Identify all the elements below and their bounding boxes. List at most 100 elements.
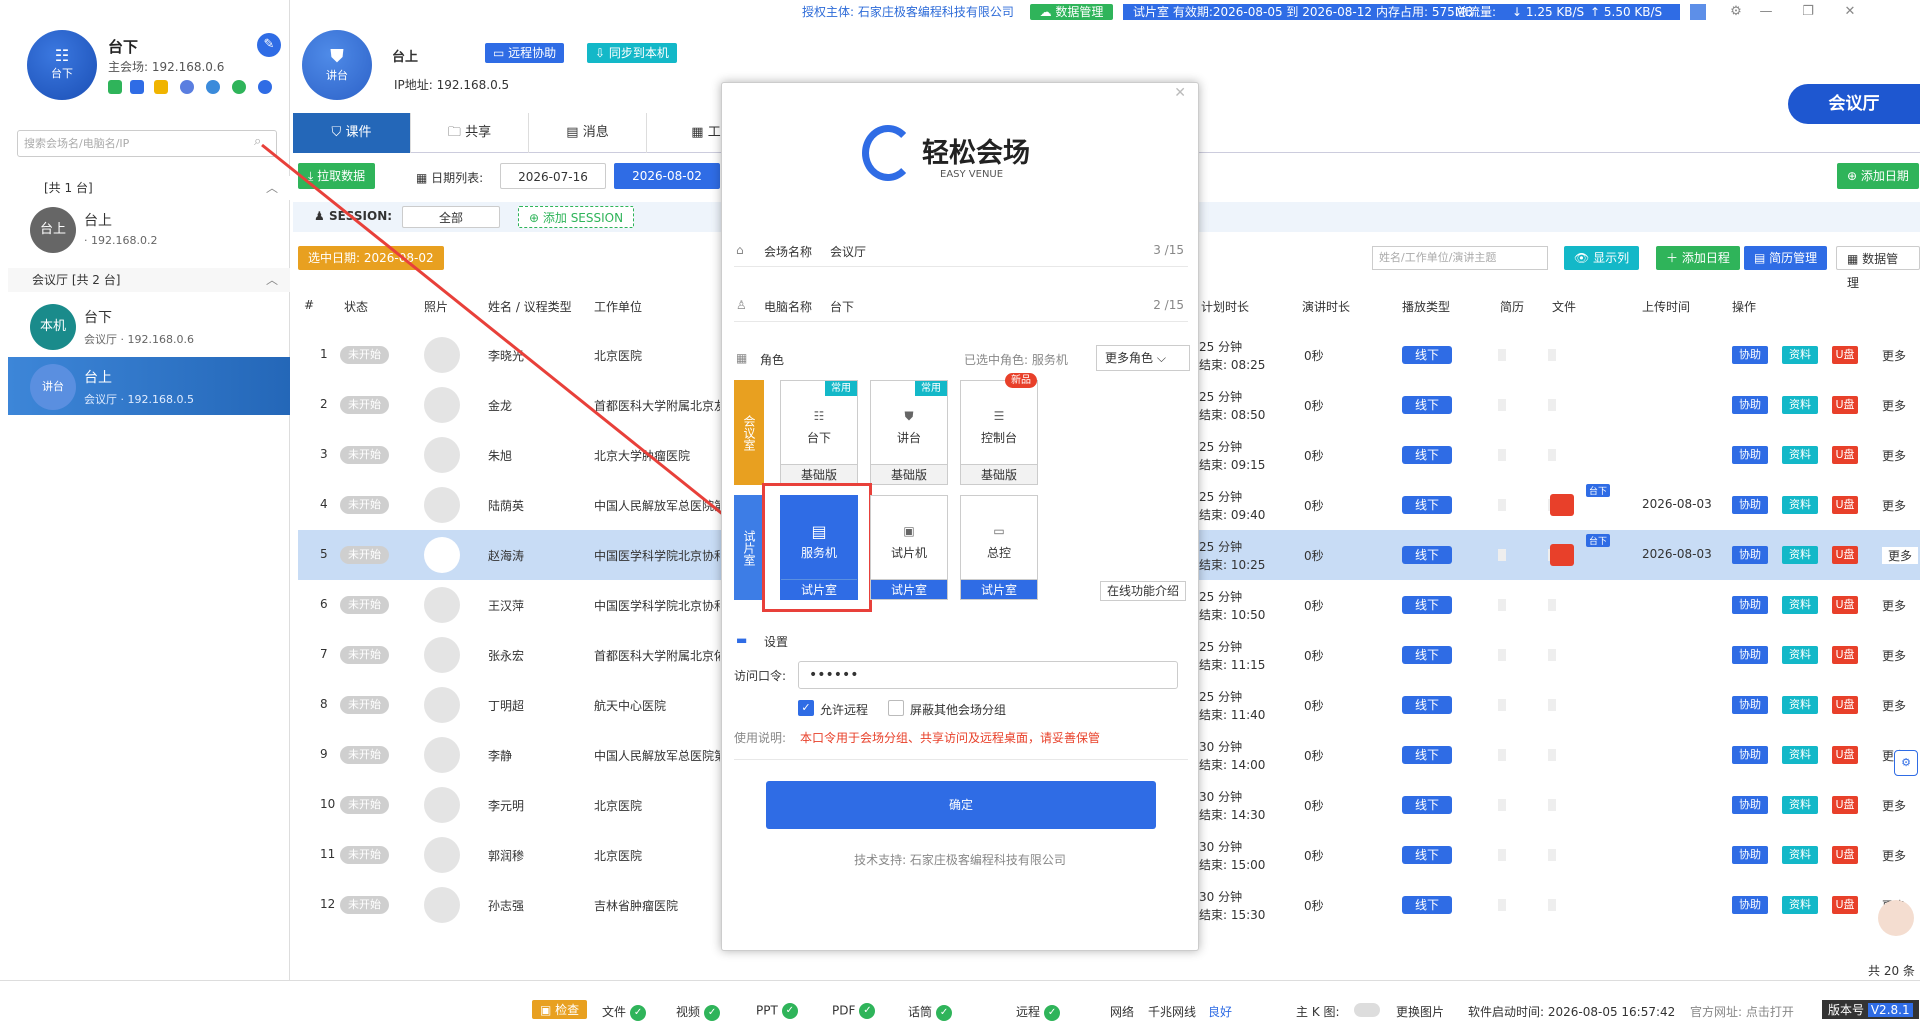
edit-icon[interactable]: ✎ bbox=[257, 33, 281, 57]
change-image-button[interactable]: 更换图片 bbox=[1396, 1003, 1444, 1020]
assist-button[interactable]: 协助 bbox=[1732, 896, 1768, 914]
material-button[interactable]: 资料 bbox=[1782, 546, 1818, 564]
assist-button[interactable]: 协助 bbox=[1732, 496, 1768, 514]
speaker-name[interactable]: 李静 bbox=[488, 747, 512, 764]
cv-icon[interactable] bbox=[1498, 699, 1506, 711]
restore-icon[interactable]: ❐ bbox=[1798, 2, 1818, 22]
role-card-server[interactable]: ▤ 服务机 试片室 bbox=[780, 495, 858, 600]
venue-search-input[interactable]: 搜索会场名/电脑名/IP bbox=[17, 130, 277, 157]
avatar[interactable] bbox=[424, 637, 460, 673]
usb-button[interactable]: U盘 bbox=[1832, 546, 1858, 564]
speaker-name[interactable]: 张永宏 bbox=[488, 647, 524, 664]
node-item-selected[interactable]: 讲台 台上 会议厅 · 192.168.0.5 bbox=[8, 357, 290, 415]
file-icon[interactable] bbox=[1548, 899, 1556, 911]
cv-management-button[interactable]: ▤ 简历管理 bbox=[1744, 246, 1828, 270]
avatar[interactable] bbox=[424, 587, 460, 623]
speaker-name[interactable]: 王汉萍 bbox=[488, 597, 524, 614]
role-card-test-machine[interactable]: ▣ 试片机 试片室 bbox=[870, 495, 948, 600]
usb-button[interactable]: U盘 bbox=[1832, 446, 1858, 464]
speaker-name[interactable]: 陆荫英 bbox=[488, 497, 524, 514]
avatar[interactable] bbox=[424, 487, 460, 523]
cv-icon[interactable] bbox=[1498, 599, 1506, 611]
cv-icon[interactable] bbox=[1498, 749, 1506, 761]
assist-button[interactable]: 协助 bbox=[1732, 846, 1768, 864]
speaker-name[interactable]: 丁明超 bbox=[488, 697, 524, 714]
file-icon[interactable] bbox=[1548, 849, 1556, 861]
usb-button[interactable]: U盘 bbox=[1832, 896, 1858, 914]
play-type-badge[interactable]: 线下 bbox=[1402, 546, 1452, 564]
tab-courseware[interactable]: ⛉ 课件 bbox=[293, 113, 411, 153]
avatar[interactable] bbox=[424, 887, 460, 923]
usb-button[interactable]: U盘 bbox=[1832, 496, 1858, 514]
hide-other-checkbox[interactable] bbox=[888, 700, 904, 716]
chevron-up-icon[interactable]: ︿ bbox=[266, 268, 278, 292]
file-icon[interactable] bbox=[1548, 399, 1556, 411]
material-button[interactable]: 资料 bbox=[1782, 446, 1818, 464]
play-type-badge[interactable]: 线下 bbox=[1402, 446, 1452, 464]
avatar[interactable] bbox=[424, 787, 460, 823]
more-button[interactable]: 更多 bbox=[1882, 347, 1906, 364]
cv-icon[interactable] bbox=[1498, 349, 1506, 361]
speaker-name[interactable]: 金龙 bbox=[488, 397, 512, 414]
online-intro-button[interactable]: 在线功能介绍 bbox=[1100, 581, 1186, 601]
close-icon[interactable]: ✕ bbox=[1174, 85, 1186, 101]
more-button[interactable]: 更多 bbox=[1882, 597, 1906, 614]
usb-button[interactable]: U盘 bbox=[1832, 796, 1858, 814]
usb-button[interactable]: U盘 bbox=[1832, 846, 1858, 864]
material-button[interactable]: 资料 bbox=[1782, 846, 1818, 864]
play-type-badge[interactable]: 线下 bbox=[1402, 846, 1452, 864]
speaker-name[interactable]: 李晓光 bbox=[488, 347, 524, 364]
file-icon[interactable] bbox=[1548, 799, 1556, 811]
confirm-button[interactable]: 确定 bbox=[766, 781, 1156, 829]
node-item[interactable]: 本机 台下 会议厅 · 192.168.0.6 bbox=[8, 297, 290, 355]
assist-button[interactable]: 协助 bbox=[1732, 746, 1768, 764]
assist-button[interactable]: 协助 bbox=[1732, 546, 1768, 564]
usb-button[interactable]: U盘 bbox=[1832, 346, 1858, 364]
filter-input[interactable]: 姓名/工作单位/演讲主题 bbox=[1372, 246, 1548, 270]
material-button[interactable]: 资料 bbox=[1782, 746, 1818, 764]
cv-icon[interactable] bbox=[1498, 799, 1506, 811]
venue-name-input[interactable]: 会议厅 bbox=[830, 243, 866, 260]
table-data-management-button[interactable]: ▦ 数据管理 bbox=[1836, 246, 1920, 290]
more-roles-dropdown[interactable]: 更多角色 ⌵ bbox=[1096, 345, 1190, 371]
group-header[interactable]: 会议厅 [共 2 台] ︿ bbox=[8, 268, 290, 292]
allow-remote-checkbox[interactable]: ✓ bbox=[798, 700, 814, 716]
file-icon[interactable] bbox=[1548, 599, 1556, 611]
category-test-room[interactable]: 试片室 bbox=[734, 495, 764, 600]
role-card-master-control[interactable]: ▭ 总控 试片室 bbox=[960, 495, 1038, 600]
tab-share[interactable]: 🗀 共享 bbox=[411, 113, 529, 153]
play-type-badge[interactable]: 线下 bbox=[1402, 346, 1452, 364]
minimize-icon[interactable]: — bbox=[1756, 2, 1776, 22]
side-float-icon[interactable]: ⚙ bbox=[1894, 750, 1918, 776]
speaker-name[interactable]: 朱旭 bbox=[488, 447, 512, 464]
play-type-badge[interactable]: 线下 bbox=[1402, 896, 1452, 914]
more-button[interactable]: 更多 bbox=[1882, 397, 1906, 414]
play-type-badge[interactable]: 线下 bbox=[1402, 696, 1452, 714]
main-k-toggle[interactable] bbox=[1354, 1003, 1380, 1017]
group-header[interactable]: [共 1 台] ︿ bbox=[8, 176, 290, 200]
screenshot-icon[interactable] bbox=[1690, 4, 1706, 20]
tab-message[interactable]: ▤ 消息 bbox=[529, 113, 647, 153]
sync-button[interactable]: ⇩ 同步到本机 bbox=[587, 43, 677, 63]
remote-assist-button[interactable]: ▭ 远程协助 bbox=[485, 43, 565, 63]
date-chip-selected[interactable]: 2026-08-02 bbox=[614, 163, 720, 189]
material-button[interactable]: 资料 bbox=[1782, 896, 1818, 914]
cv-icon[interactable] bbox=[1498, 499, 1506, 511]
speaker-name[interactable]: 李元明 bbox=[488, 797, 524, 814]
play-type-badge[interactable]: 线下 bbox=[1402, 396, 1452, 414]
globe-icon[interactable] bbox=[206, 80, 220, 94]
usb-button[interactable]: U盘 bbox=[1832, 646, 1858, 664]
assist-button[interactable]: 协助 bbox=[1732, 796, 1768, 814]
more-button[interactable]: 更多 bbox=[1882, 547, 1919, 564]
close-window-icon[interactable]: ✕ bbox=[1840, 2, 1860, 22]
search-small-icon[interactable] bbox=[258, 80, 272, 94]
material-button[interactable]: 资料 bbox=[1782, 346, 1818, 364]
avatar[interactable] bbox=[424, 437, 460, 473]
play-type-badge[interactable]: 线下 bbox=[1402, 746, 1452, 764]
pull-data-button[interactable]: ⤓ 拉取数据 bbox=[298, 163, 376, 189]
usb-button[interactable]: U盘 bbox=[1832, 596, 1858, 614]
speaker-icon[interactable] bbox=[108, 80, 122, 94]
assist-button[interactable]: 协助 bbox=[1732, 346, 1768, 364]
play-type-badge[interactable]: 线下 bbox=[1402, 596, 1452, 614]
show-columns-button[interactable]: 👁 显示列 bbox=[1564, 246, 1640, 270]
